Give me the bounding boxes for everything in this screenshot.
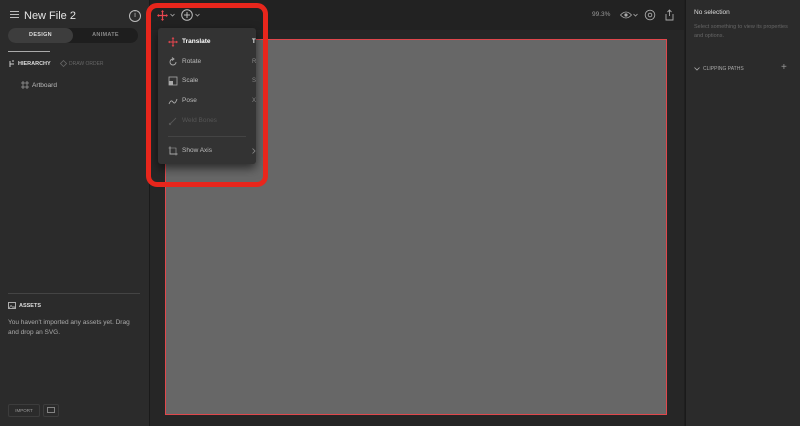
inspector-message: Select something to view its properties …: [694, 24, 788, 39]
chevron-down-icon[interactable]: [633, 13, 638, 17]
tab-draw-order[interactable]: DRAW ORDER: [69, 61, 104, 67]
eye-icon[interactable]: [620, 11, 632, 19]
assets-heading: ASSETS: [19, 303, 42, 309]
image-icon: [8, 302, 16, 309]
folder-icon: [47, 407, 55, 413]
highlight-annotation: [146, 3, 268, 187]
zoom-level[interactable]: 99.3%: [592, 11, 610, 18]
hierarchy-icon: [9, 60, 14, 67]
tab-animate[interactable]: ANIMATE: [73, 28, 138, 43]
inspector-heading: No selection: [694, 9, 730, 16]
hierarchy-item-artboard[interactable]: Artboard: [32, 82, 57, 89]
file-title[interactable]: New File 2: [24, 10, 76, 22]
add-clipping-path-icon[interactable]: +: [781, 62, 787, 73]
tab-design[interactable]: DESIGN: [8, 28, 73, 43]
tab-hierarchy[interactable]: HIERARCHY: [18, 61, 51, 67]
share-icon[interactable]: [665, 9, 674, 21]
active-tab-underline: [8, 51, 50, 52]
assets-empty-message: You haven't imported any assets yet. Dra…: [8, 319, 130, 336]
artboard-icon: [21, 81, 29, 89]
settings-icon[interactable]: [644, 9, 656, 21]
assets-divider: [8, 293, 140, 294]
left-panel: New File 2 i DESIGN ANIMATE HIERARCHY DR…: [0, 0, 150, 426]
clipping-paths-heading[interactable]: CLIPPING PATHS: [703, 66, 744, 72]
info-icon[interactable]: i: [129, 10, 141, 22]
hamburger-menu-icon[interactable]: [10, 10, 19, 19]
mode-switch: DESIGN ANIMATE: [8, 28, 138, 43]
import-button[interactable]: IMPORT: [8, 404, 40, 417]
folder-button[interactable]: [43, 404, 59, 417]
collapse-chevron-icon[interactable]: [694, 67, 700, 71]
draw-order-icon: [60, 60, 67, 67]
